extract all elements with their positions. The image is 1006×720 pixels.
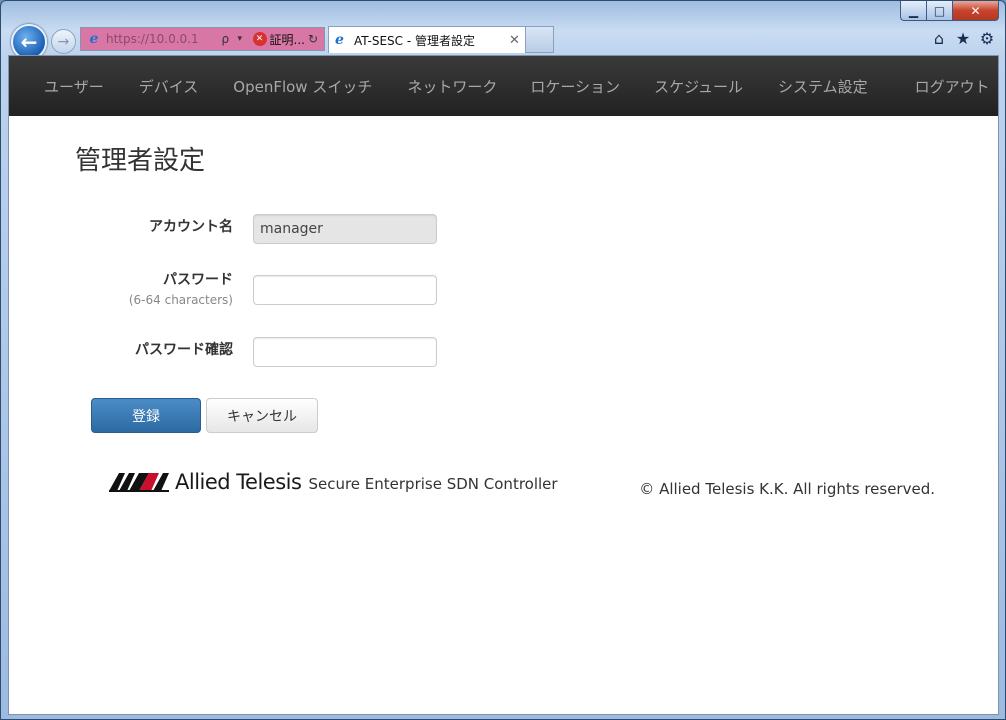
tab-title: AT-SESC - 管理者設定 xyxy=(354,33,475,48)
password-hint: (6-64 characters) xyxy=(128,293,233,307)
password-confirm-input[interactable] xyxy=(253,337,437,367)
account-name-input[interactable] xyxy=(253,214,437,244)
brand-name: Allied Telesis xyxy=(175,470,302,494)
nav-item-devices[interactable]: デバイス xyxy=(139,76,199,97)
nav-item-system-settings[interactable]: システム設定 xyxy=(778,76,868,97)
close-window-button[interactable]: ✕ xyxy=(953,1,999,21)
home-icon[interactable]: ⌂ xyxy=(931,29,947,48)
footer-logo: Allied Telesis Secure Enterprise SDN Con… xyxy=(109,470,558,494)
browser-window: ▁ □ ✕ ← → e https://10.0.0.1 ρ ▾ ✕ 証明...… xyxy=(0,0,1006,720)
forward-arrow-icon: → xyxy=(57,33,70,50)
top-navbar: ユーザー デバイス OpenFlow スイッチ ネットワーク ロケーション スケ… xyxy=(9,56,998,116)
password-label: パスワード xyxy=(163,272,233,288)
copyright-text: © Allied Telesis K.K. All rights reserve… xyxy=(639,480,935,498)
account-name-label: アカウント名 xyxy=(149,219,233,235)
ie-logo-icon: e xyxy=(335,32,344,48)
browser-toolbar: ← → e https://10.0.0.1 ρ ▾ ✕ 証明... ↻ e A… xyxy=(1,23,1005,60)
new-tab-button[interactable] xyxy=(526,26,554,53)
browser-tab-active[interactable]: e AT-SESC - 管理者設定 ✕ xyxy=(328,26,526,53)
maximize-button[interactable]: □ xyxy=(927,1,953,21)
cancel-button[interactable]: キャンセル xyxy=(206,398,318,433)
register-button[interactable]: 登録 xyxy=(91,398,201,433)
refresh-icon[interactable]: ↻ xyxy=(308,32,324,46)
back-arrow-icon: ← xyxy=(20,30,38,54)
page-viewport: ユーザー デバイス OpenFlow スイッチ ネットワーク ロケーション スケ… xyxy=(8,55,999,715)
nav-item-users[interactable]: ユーザー xyxy=(44,76,104,97)
nav-item-logout[interactable]: ログアウト xyxy=(915,76,990,97)
nav-item-network[interactable]: ネットワーク xyxy=(407,76,497,97)
browser-right-icons: ⌂ ★ ⚙ xyxy=(931,29,995,48)
password-input[interactable] xyxy=(253,275,437,305)
certificate-error-label[interactable]: 証明... xyxy=(270,31,305,48)
minimize-button[interactable]: ▁ xyxy=(900,1,927,21)
page-title: 管理者設定 xyxy=(75,146,206,176)
forward-button[interactable]: → xyxy=(51,29,76,54)
favorites-star-icon[interactable]: ★ xyxy=(955,29,971,48)
close-icon[interactable]: ✕ xyxy=(509,33,525,48)
nav-item-openflow-switch[interactable]: OpenFlow スイッチ xyxy=(233,76,372,97)
ie-logo-icon: e xyxy=(89,31,99,47)
nav-item-location[interactable]: ロケーション xyxy=(530,76,620,97)
chevron-down-icon[interactable]: ▾ xyxy=(238,34,250,44)
gear-icon[interactable]: ⚙ xyxy=(979,29,995,48)
product-name: Secure Enterprise SDN Controller xyxy=(308,475,558,493)
certificate-error-icon[interactable]: ✕ xyxy=(252,32,267,46)
address-url[interactable]: https://10.0.0.1 xyxy=(103,32,222,46)
password-confirm-label: パスワード確認 xyxy=(135,342,233,358)
nav-item-schedule[interactable]: スケジュール xyxy=(654,76,743,97)
allied-telesis-logo-icon xyxy=(109,473,169,492)
address-bar[interactable]: e https://10.0.0.1 ρ ▾ ✕ 証明... ↻ xyxy=(80,27,325,51)
window-caption-buttons: ▁ □ ✕ xyxy=(900,1,999,21)
search-icon[interactable]: ρ xyxy=(222,32,238,46)
